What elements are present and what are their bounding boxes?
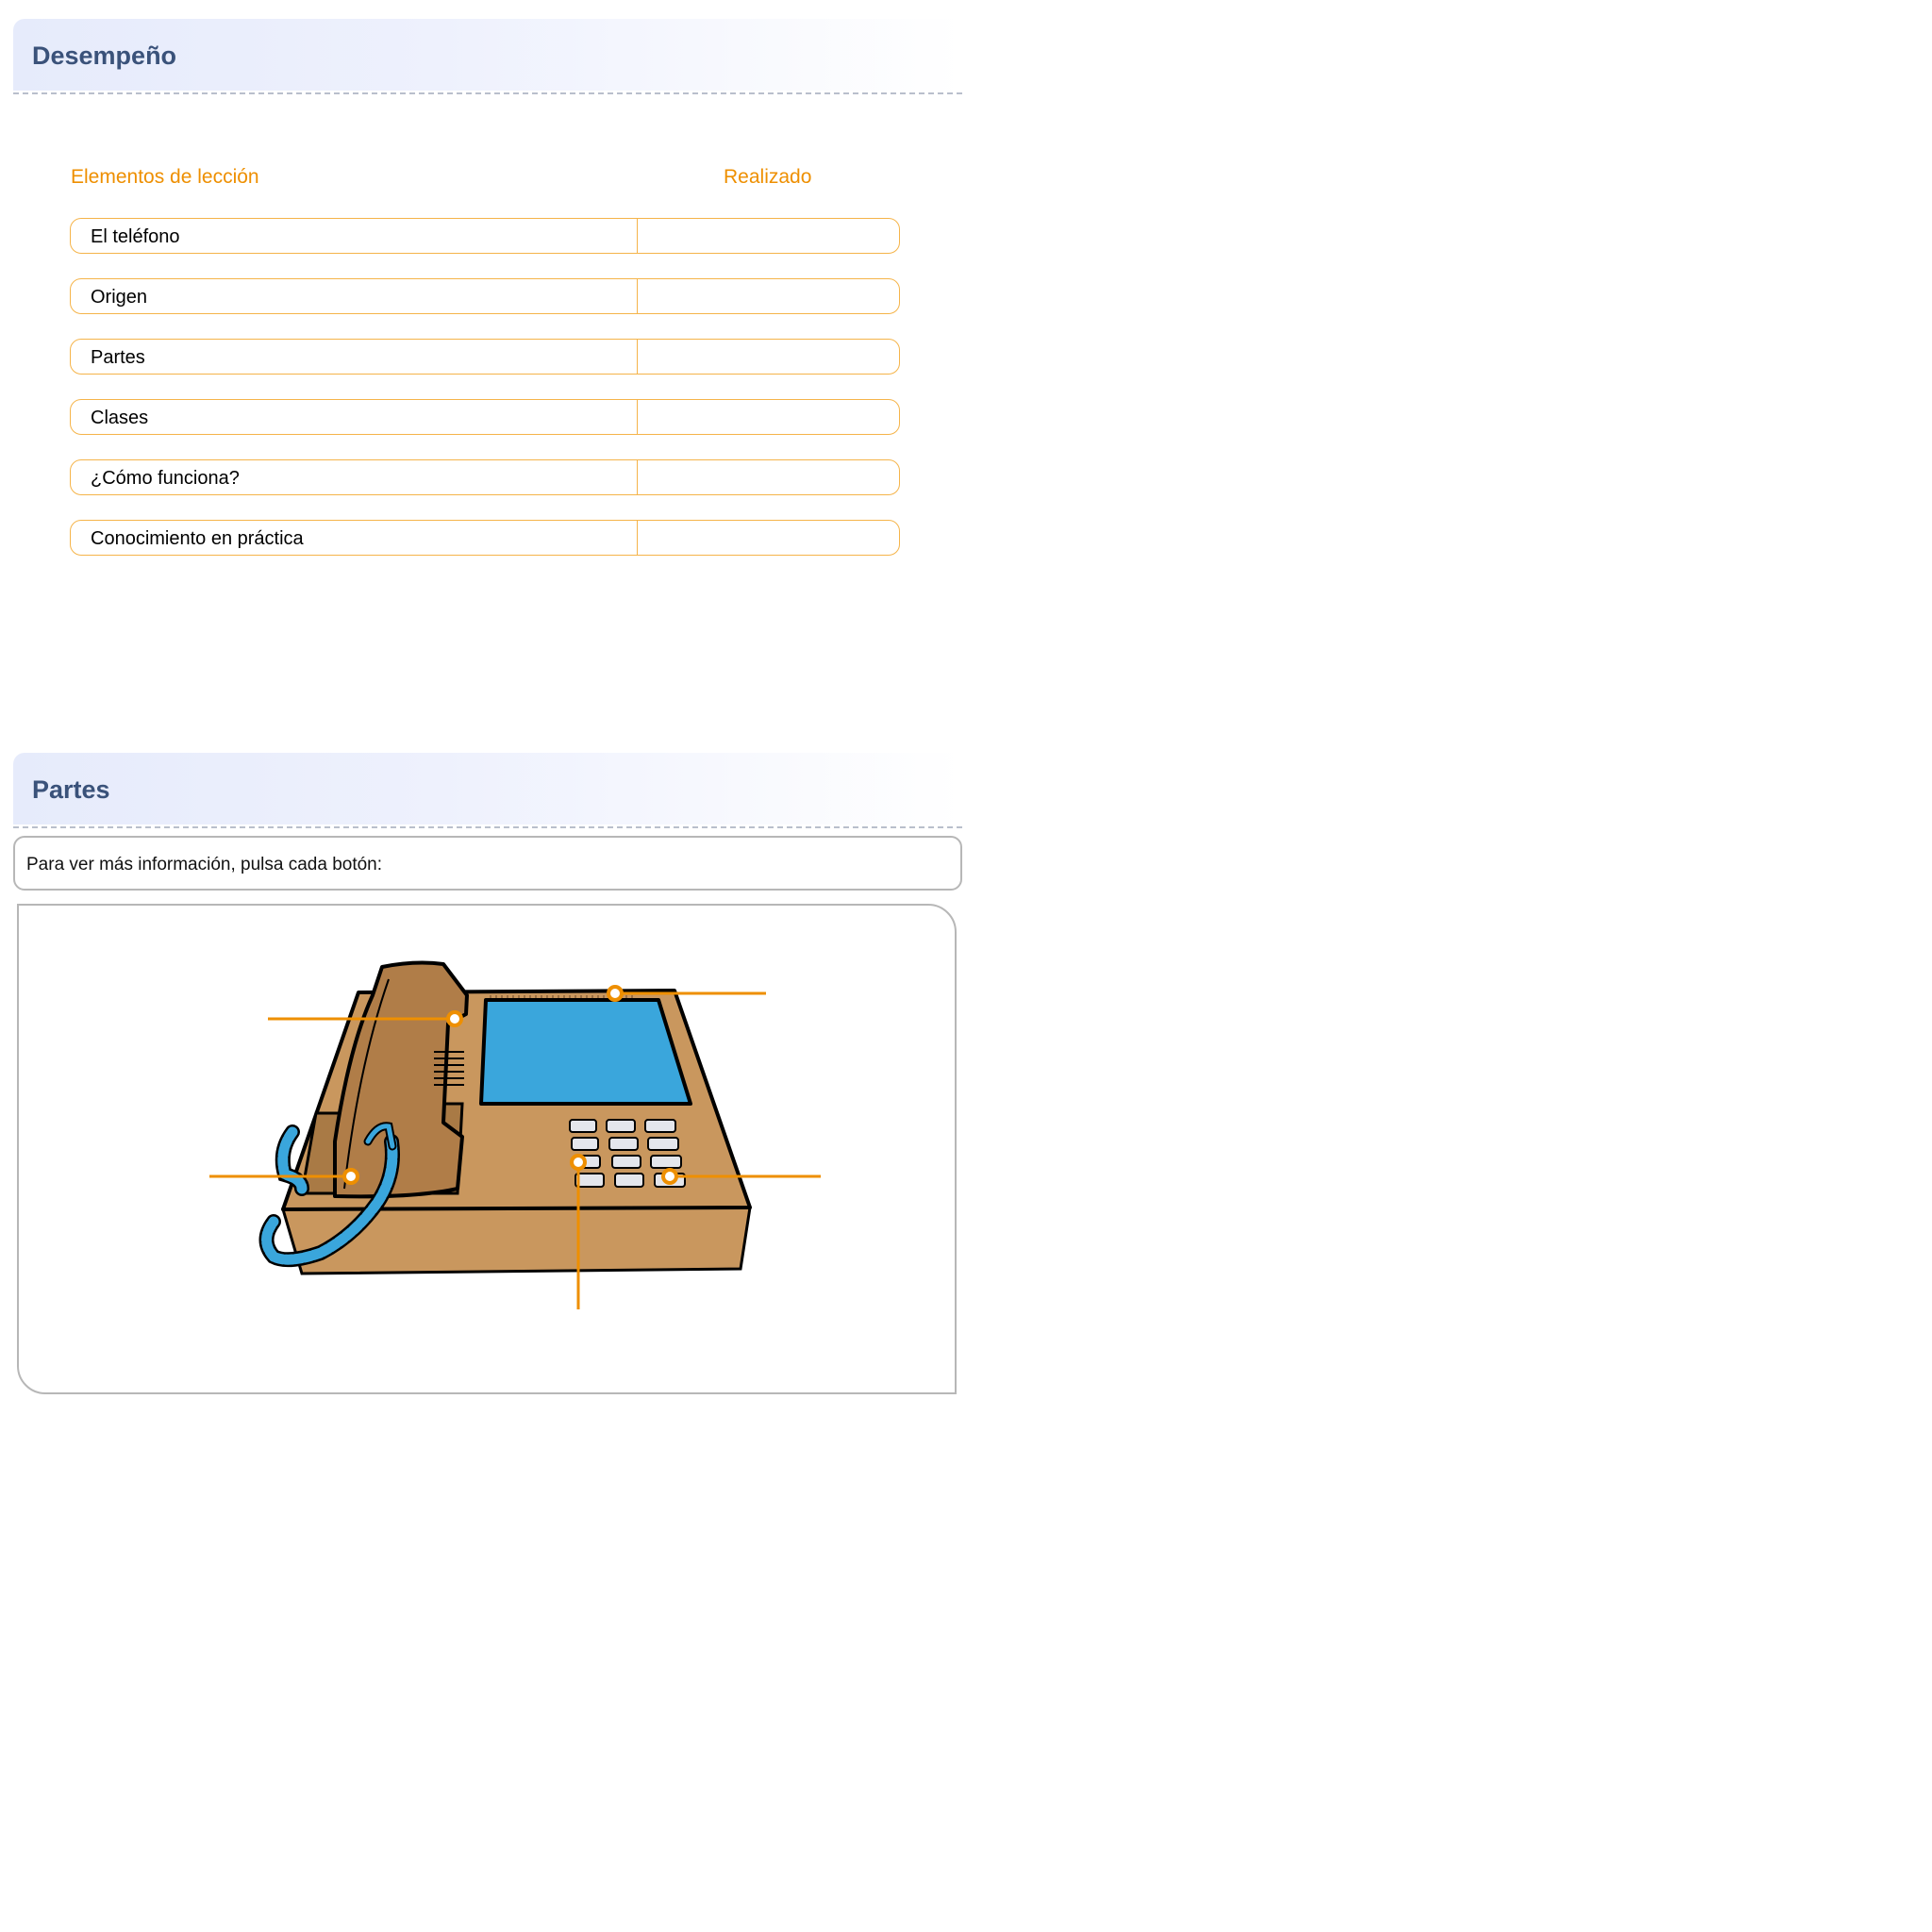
done-cell [639,460,899,494]
done-cell [639,340,899,374]
column-separator [637,460,638,494]
done-cell [639,521,899,555]
telephone-illustration [209,960,821,1309]
desempeno-divider [13,92,962,94]
lesson-label: Origen [91,287,148,308]
lesson-row-el-telefono[interactable]: El teléfono [70,218,900,254]
telephone-figure-panel [17,904,957,1394]
column-header-elements: Elementos de lección [71,166,259,188]
desempeno-header: Desempeño [13,19,962,91]
column-separator [637,279,638,313]
hotspot-cord-button[interactable] [342,1168,359,1185]
column-separator [637,400,638,434]
lesson-row-como-funciona[interactable]: ¿Cómo funciona? [70,459,900,495]
desempeno-title: Desempeño [32,42,177,70]
lesson-label: Conocimiento en práctica [91,528,304,549]
lesson-row-conocimiento[interactable]: Conocimiento en práctica [70,520,900,556]
hotspot-base-button[interactable] [570,1154,587,1171]
hotspot-screen-button[interactable] [607,985,624,1002]
partes-title: Partes [32,775,110,804]
instructions-text: Para ver más información, pulsa cada bot… [26,855,383,874]
lesson-row-clases[interactable]: Clases [70,399,900,435]
column-separator [637,340,638,374]
done-cell [639,400,899,434]
partes-header: Partes [13,753,962,824]
done-cell [639,219,899,253]
column-header-done: Realizado [724,166,812,188]
partes-divider [13,826,962,828]
hotspot-keypad-button[interactable] [661,1168,678,1185]
lesson-label: El teléfono [91,226,180,247]
lesson-row-origen[interactable]: Origen [70,278,900,314]
lesson-label: Partes [91,347,145,368]
instructions-box: Para ver más información, pulsa cada bot… [13,836,962,891]
lesson-label: Clases [91,408,149,428]
lesson-label: ¿Cómo funciona? [91,468,240,489]
column-separator [637,521,638,555]
lesson-row-partes[interactable]: Partes [70,339,900,375]
hotspot-handset-button[interactable] [446,1010,463,1027]
column-separator [637,219,638,253]
done-cell [639,279,899,313]
